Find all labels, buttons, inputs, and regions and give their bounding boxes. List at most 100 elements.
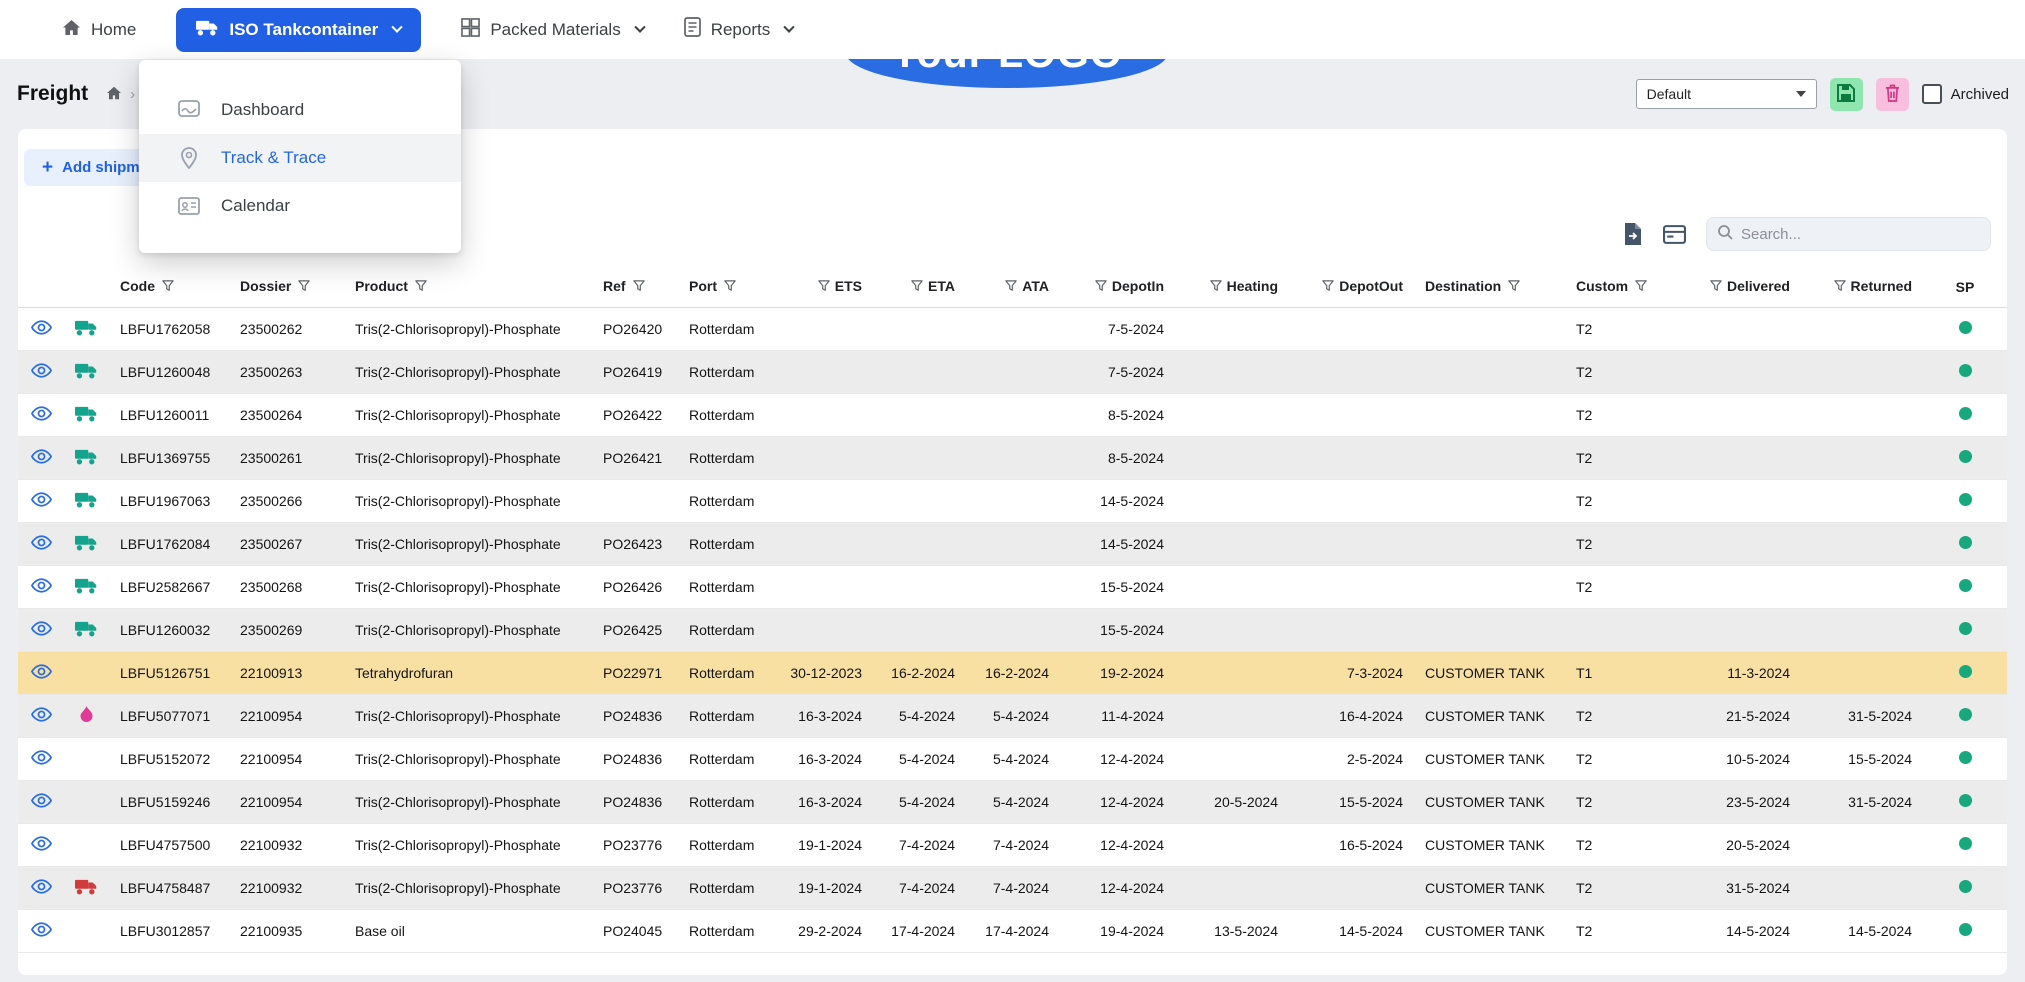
table-row[interactable]: LBFU1762084 23500267 Tris(2-Chlorisopropyl… xyxy=(18,522,2007,566)
filter-icon[interactable] xyxy=(1322,279,1334,295)
table-row[interactable]: LBFU1260048 23500263 Tris(2-Chlorisopropyl… xyxy=(18,350,2007,394)
archived-checkbox[interactable]: Archived xyxy=(1921,84,2009,104)
filter-icon[interactable] xyxy=(632,279,645,295)
view-row-button[interactable] xyxy=(30,706,52,722)
filter-icon[interactable] xyxy=(1095,279,1107,295)
filter-icon[interactable] xyxy=(1005,279,1018,295)
menu-item-calendar[interactable]: Calendar xyxy=(139,182,461,230)
filter-icon[interactable] xyxy=(162,279,174,295)
table-row[interactable]: LBFU1260011 23500264 Tris(2-Chlorisopropyl… xyxy=(18,393,2007,437)
sp-status-dot xyxy=(1958,449,1972,463)
view-row-button[interactable] xyxy=(30,835,52,851)
cell-destination: CUSTOMER TANK xyxy=(1414,651,1565,695)
table-row[interactable]: LBFU5159246 22100954 Tris(2-Chlorisopropyl… xyxy=(18,780,2007,824)
chevron-down-icon xyxy=(634,21,646,33)
filter-icon[interactable] xyxy=(818,279,830,295)
filter-icon[interactable] xyxy=(415,279,427,295)
filter-icon[interactable] xyxy=(911,279,923,295)
filter-icon[interactable] xyxy=(1209,279,1222,295)
table-row[interactable]: LBFU5126751 22100913 Tetrahydrofuran PO2297… xyxy=(18,651,2007,695)
nav-packed-materials[interactable]: Packed Materials xyxy=(461,17,646,42)
view-row-button[interactable] xyxy=(30,663,52,679)
cell-depot_in: 19-2-2024 xyxy=(1060,651,1175,695)
column-header-custom: Custom xyxy=(1565,267,1665,308)
archived-checkbox-box[interactable] xyxy=(1921,84,1942,104)
column-label: ETA xyxy=(928,278,955,295)
save-view-button[interactable] xyxy=(1829,77,1863,111)
cell-heating xyxy=(1175,866,1289,910)
cell-ref: PO24836 xyxy=(592,694,678,738)
table-row[interactable]: LBFU1967063 23500266 Tris(2-Chlorisopropyl… xyxy=(18,479,2007,523)
filter-icon[interactable] xyxy=(1508,279,1520,295)
cell-product: Tris(2-Chlorisopropyl)-Phosphate xyxy=(344,780,592,824)
view-row-button[interactable] xyxy=(30,534,52,550)
delete-view-button[interactable] xyxy=(1875,77,1909,111)
cell-destination xyxy=(1414,608,1565,652)
table-row[interactable]: LBFU4757500 22100932 Tris(2-Chlorisopropyl… xyxy=(18,823,2007,867)
archived-label: Archived xyxy=(1950,85,2009,103)
cell-depot_in: 12-4-2024 xyxy=(1060,780,1175,824)
view-row-button[interactable] xyxy=(30,620,52,636)
view-row-button[interactable] xyxy=(30,577,52,593)
column-header-ets: ETS xyxy=(778,267,873,308)
cell-ata: 17-4-2024 xyxy=(966,909,1060,953)
nav-iso-tankcontainer[interactable]: ISO Tankcontainer xyxy=(176,7,422,52)
table-row[interactable]: LBFU1762058 23500262 Tris(2-Chlorisopropyl… xyxy=(18,307,2007,351)
cell-eta xyxy=(873,307,966,351)
table-row[interactable]: LBFU4758487 22100932 Tris(2-Chlorisopropyl… xyxy=(18,866,2007,910)
view-row-button[interactable] xyxy=(30,792,52,808)
cell-depot_in: 7-5-2024 xyxy=(1060,350,1175,394)
breadcrumb-home-icon[interactable] xyxy=(106,86,122,103)
view-row-button[interactable] xyxy=(30,319,52,335)
cell-depot_in: 12-4-2024 xyxy=(1060,737,1175,781)
nav-reports[interactable]: Reports xyxy=(683,17,795,42)
filter-icon[interactable] xyxy=(1833,279,1846,295)
column-header-depotin: DepotIn xyxy=(1060,267,1175,308)
table-row[interactable]: LBFU5152072 22100954 Tris(2-Chlorisopropyl… xyxy=(18,737,2007,781)
nav-home[interactable]: Home xyxy=(62,19,136,41)
calendar-icon xyxy=(177,196,201,216)
table-row[interactable]: LBFU1260032 23500269 Tris(2-Chlorisopropyl… xyxy=(18,608,2007,652)
search-input[interactable] xyxy=(1741,225,1971,243)
cell-ets: 16-3-2024 xyxy=(778,694,873,738)
menu-item-track-trace[interactable]: Track & Trace xyxy=(139,134,461,182)
cell-depot_out xyxy=(1289,608,1414,652)
cell-port: Rotterdam xyxy=(678,307,778,351)
table-row[interactable]: LBFU2582667 23500268 Tris(2-Chlorisopropyl… xyxy=(18,565,2007,609)
view-row-button[interactable] xyxy=(30,405,52,421)
flame-icon xyxy=(79,705,94,723)
column-label: Delivered xyxy=(1726,278,1790,295)
table-row[interactable]: LBFU3012857 22100935 Base oil PO24045 Rotter… xyxy=(18,909,2007,953)
filter-icon[interactable] xyxy=(1710,279,1722,295)
cell-dossier: 23500269 xyxy=(229,608,344,652)
view-row-button[interactable] xyxy=(30,448,52,464)
table-row[interactable]: LBFU1369755 23500261 Tris(2-Chlorisopropyl… xyxy=(18,436,2007,480)
cell-returned: 14-5-2024 xyxy=(1801,909,1923,953)
view-select[interactable]: Default xyxy=(1635,79,1817,109)
cell-delivered xyxy=(1665,608,1801,652)
menu-item-dashboard[interactable]: Dashboard xyxy=(139,86,461,134)
cell-destination xyxy=(1414,393,1565,437)
track-trace-icon xyxy=(177,147,201,169)
filter-icon[interactable] xyxy=(724,279,736,295)
column-header-port: Port xyxy=(678,267,778,308)
filter-icon[interactable] xyxy=(298,279,311,295)
nav-home-label: Home xyxy=(91,19,137,39)
cell-port: Rotterdam xyxy=(678,608,778,652)
column-header-product: Product xyxy=(344,267,592,308)
table-row[interactable]: LBFU5077071 22100954 Tris(2-Chlorisopropyl… xyxy=(18,694,2007,738)
column-label: ETS xyxy=(834,278,862,295)
columns-card-icon[interactable] xyxy=(1663,224,1686,244)
view-row-button[interactable] xyxy=(30,921,52,937)
breadcrumb-separator: › xyxy=(130,85,136,103)
view-row-button[interactable] xyxy=(30,491,52,507)
cell-heating xyxy=(1175,393,1289,437)
view-row-button[interactable] xyxy=(30,878,52,894)
view-row-button[interactable] xyxy=(30,749,52,765)
view-row-button[interactable] xyxy=(30,362,52,378)
export-excel-icon[interactable] xyxy=(1623,222,1643,246)
sp-status-dot xyxy=(1958,793,1972,807)
filter-icon[interactable] xyxy=(1635,279,1647,295)
cell-ets: 16-3-2024 xyxy=(778,737,873,781)
cell-depot_in: 11-4-2024 xyxy=(1060,694,1175,738)
